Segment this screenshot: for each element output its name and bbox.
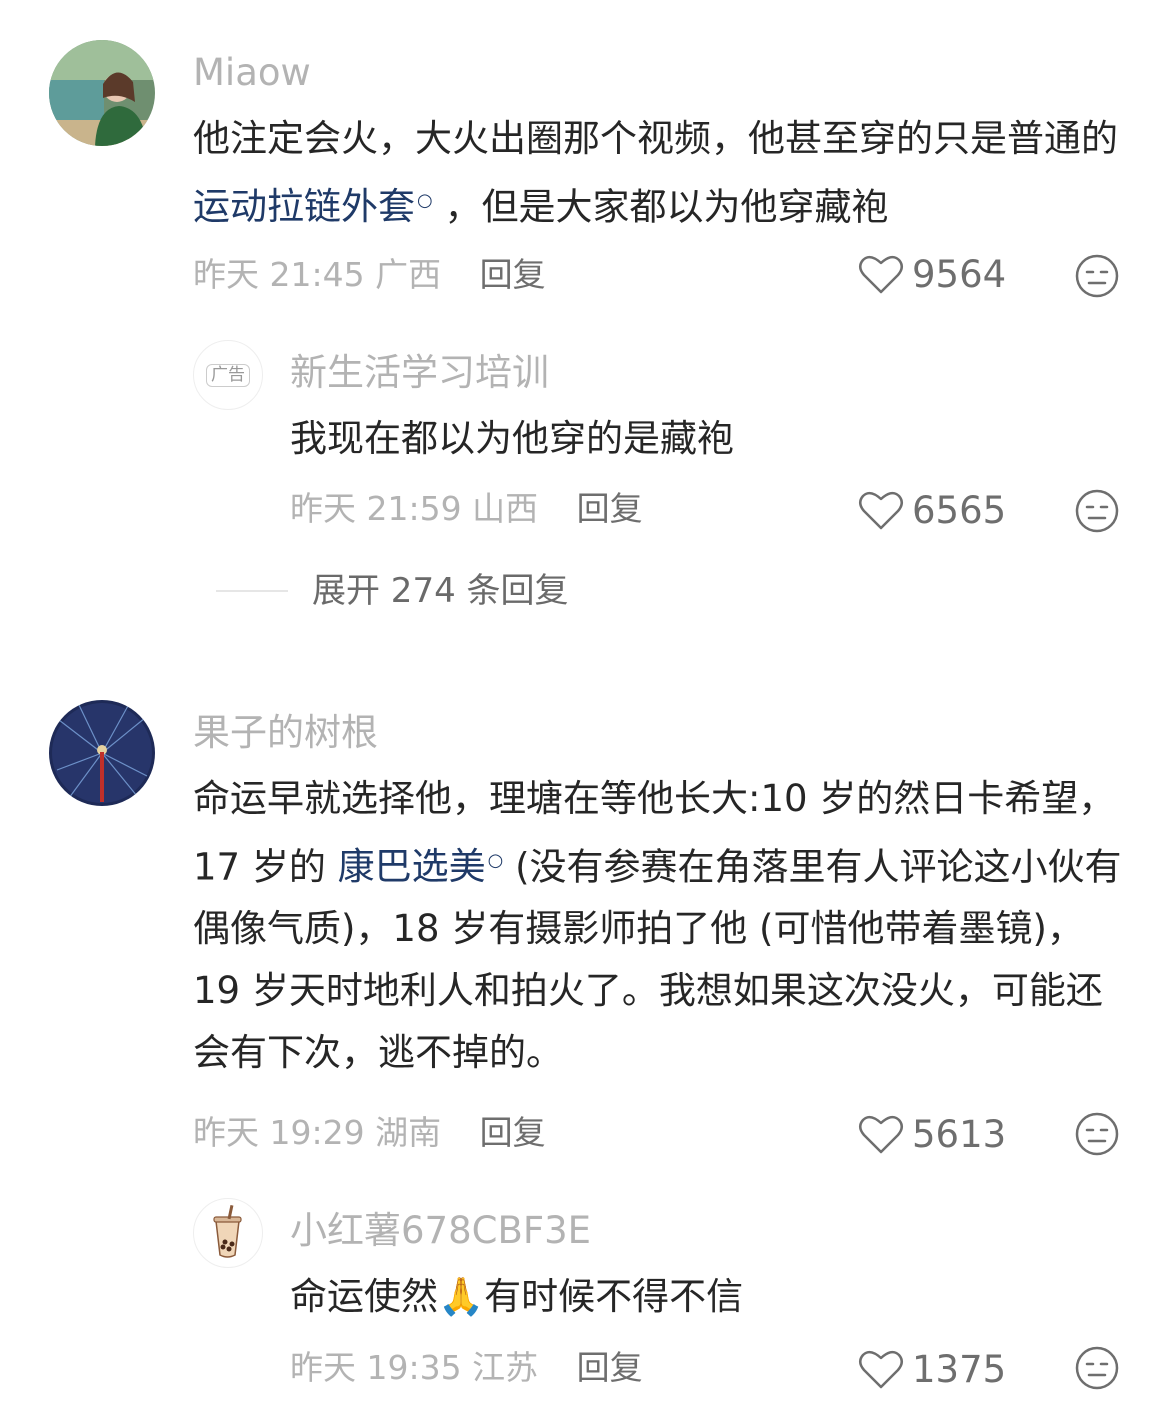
- like-count: 6565: [912, 488, 1007, 532]
- dislike-button[interactable]: [1074, 488, 1120, 538]
- comment-meta: 昨天 21:45 广西 回复: [193, 258, 546, 291]
- heart-outline-icon: [859, 491, 903, 530]
- like-count: 1375: [912, 1347, 1007, 1391]
- heart-outline-icon: [859, 1350, 903, 1389]
- location: 山西: [472, 489, 539, 528]
- reply-button[interactable]: 回复: [577, 1348, 643, 1387]
- magnifier-icon: ○: [417, 190, 433, 211]
- reply-text: 我现在都以为他穿的是藏袍: [290, 417, 734, 460]
- comment-username[interactable]: Miaow: [193, 54, 311, 91]
- location: 江苏: [472, 1348, 539, 1387]
- like-count: 9564: [912, 252, 1007, 296]
- dislike-button[interactable]: [1074, 1345, 1120, 1395]
- timestamp: 昨天 19:35: [290, 1348, 462, 1387]
- comment-meta: 昨天 19:29 湖南 回复: [193, 1116, 546, 1149]
- location: 广西: [375, 255, 442, 294]
- user-avatar[interactable]: [49, 40, 155, 146]
- comment-text: 他注定会火，大火出圈那个视频，他甚至穿的只是普通的 运动拉链外套 ○ ，但是大家都…: [193, 117, 1118, 229]
- reply-meta: 昨天 19:35 江苏 回复: [290, 1351, 643, 1384]
- like-button[interactable]: 1375: [858, 1348, 1006, 1390]
- comment-username[interactable]: 果子的树根: [193, 714, 378, 751]
- reply-button[interactable]: 回复: [480, 255, 546, 294]
- timestamp: 昨天 21:45: [193, 255, 365, 294]
- location: 湖南: [375, 1113, 442, 1152]
- pray-emoji: 🙏: [438, 1275, 485, 1318]
- heart-outline-icon: [859, 255, 903, 294]
- timestamp: 昨天 19:29: [193, 1113, 365, 1152]
- reply-meta: 昨天 21:59 山西 回复: [290, 492, 643, 525]
- timestamp: 昨天 21:59: [290, 489, 462, 528]
- magnifier-icon: ○: [487, 850, 504, 871]
- search-link[interactable]: 康巴选美 ○: [338, 845, 504, 888]
- comment-text: 命运早就选择他，理塘在等他长大:10 岁的然日卡希望，17 岁的 康巴选美 ○ (…: [193, 777, 1122, 1075]
- expand-divider: [216, 590, 288, 592]
- dislike-button[interactable]: [1074, 253, 1120, 303]
- like-button[interactable]: 5613: [858, 1113, 1006, 1155]
- reply-button[interactable]: 回复: [577, 489, 643, 528]
- neutral-face-icon: [1075, 1346, 1119, 1390]
- reply-username[interactable]: 新生活学习培训: [290, 354, 549, 391]
- ad-badge: 广告: [206, 363, 250, 387]
- ad-avatar[interactable]: 广告: [193, 340, 263, 410]
- bubble-tea-icon: [213, 1204, 242, 1258]
- like-button[interactable]: 9564: [858, 253, 1006, 295]
- reply-button[interactable]: 回复: [480, 1113, 546, 1152]
- like-button[interactable]: 6565: [858, 489, 1006, 531]
- reply-username[interactable]: 小红薯678CBF3E: [290, 1212, 591, 1249]
- reply-text: 命运使然🙏有时候不得不信: [290, 1275, 744, 1318]
- like-count: 5613: [912, 1112, 1007, 1156]
- user-avatar[interactable]: [49, 700, 155, 806]
- search-link[interactable]: 运动拉链外套 ○: [193, 185, 433, 228]
- neutral-face-icon: [1075, 1112, 1119, 1156]
- expand-replies-button[interactable]: 展开 274 条回复: [312, 574, 569, 608]
- neutral-face-icon: [1075, 489, 1119, 533]
- neutral-face-icon: [1075, 254, 1119, 298]
- heart-outline-icon: [859, 1115, 903, 1154]
- dislike-button[interactable]: [1074, 1111, 1120, 1161]
- user-avatar[interactable]: [193, 1198, 263, 1268]
